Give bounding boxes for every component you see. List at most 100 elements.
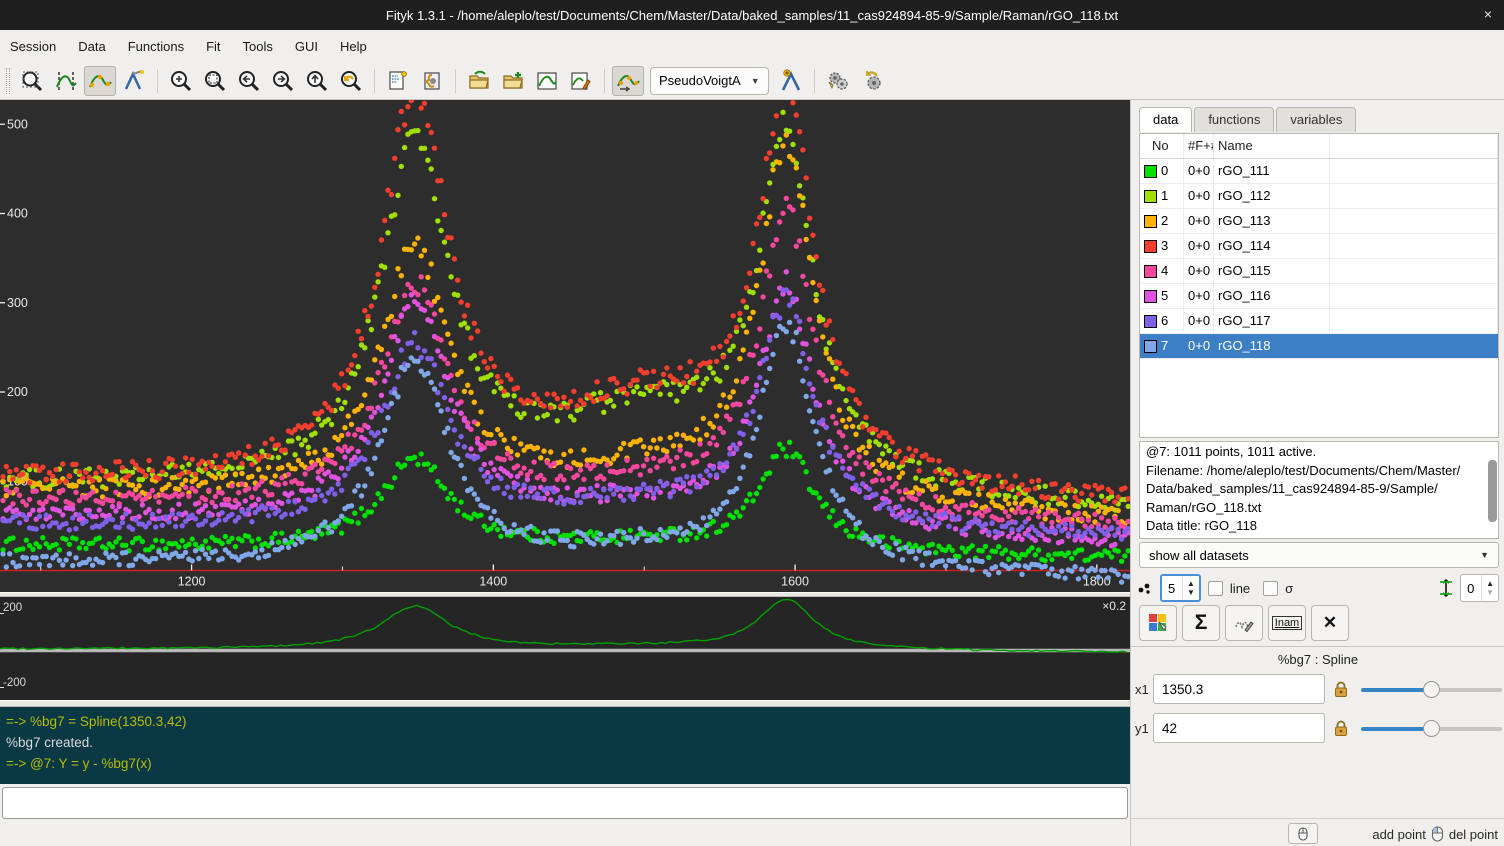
command-input[interactable] [2,787,1128,819]
dataset-color-swatch[interactable] [1144,190,1157,203]
param-y1-input[interactable] [1153,713,1325,743]
edit-data-icon[interactable] [531,66,563,96]
svg-text:400: 400 [7,207,28,221]
main-plot[interactable]: 1200140016001800100200300400500 [0,100,1130,592]
svg-text:×0.2: ×0.2 [1102,599,1126,613]
lock-icon[interactable] [1333,719,1349,737]
dataset-ff: 0+0 [1184,284,1214,308]
dataset-color-swatch[interactable] [1144,340,1157,353]
data-export-icon[interactable] [565,66,597,96]
dataset-color-swatch[interactable] [1144,215,1157,228]
tab-data[interactable]: data [1139,107,1192,132]
edit-functions-icon[interactable] [1225,605,1263,641]
zoom-all-icon[interactable] [165,66,197,96]
zoom-right-icon[interactable] [267,66,299,96]
dataset-color-swatch[interactable] [1144,315,1157,328]
sigma-checkbox[interactable] [1263,581,1278,596]
console-output: =-> %bg7 = Spline(1350.3,42)%bg7 created… [0,707,1130,784]
table-row[interactable]: 20+0rGO_113 [1140,209,1498,234]
table-row[interactable]: 40+0rGO_115 [1140,259,1498,284]
dataset-color-swatch[interactable] [1144,290,1157,303]
dataset-name: rGO_117 [1214,309,1330,333]
line-checkbox[interactable] [1208,581,1223,596]
menu-functions[interactable]: Functions [128,39,184,54]
table-row[interactable]: 00+0rGO_111 [1140,159,1498,184]
menu-tools[interactable]: Tools [243,39,273,54]
zoom-select-mode-icon[interactable] [16,66,48,96]
col-header-no[interactable]: No [1140,134,1184,158]
table-row[interactable]: 50+0rGO_116 [1140,284,1498,309]
panel-divider [1131,646,1504,647]
svg-text:300: 300 [7,296,28,310]
menu-help[interactable]: Help [340,39,367,54]
param-y1-slider[interactable] [1361,719,1502,737]
close-icon[interactable]: × [1484,6,1492,22]
dataset-no: 7 [1140,334,1184,358]
strip-background-icon[interactable] [612,66,644,96]
param-x1-slider[interactable] [1361,680,1502,698]
aux-splitter[interactable] [0,700,1130,707]
baseline-mode-icon[interactable] [84,66,116,96]
dataset-ff: 0+0 [1184,159,1214,183]
data-range-mode-icon[interactable] [50,66,82,96]
menu-session[interactable]: Session [10,39,56,54]
point-size-spinner[interactable]: 5 ▲▼ [1160,574,1201,602]
dataset-color-swatch[interactable] [1144,265,1157,278]
dataset-color-swatch[interactable] [1144,240,1157,253]
function-type-dropdown[interactable]: PseudoVoigtA ▼ [650,67,769,95]
slider-thumb[interactable] [1423,681,1440,698]
menu-gui[interactable]: GUI [295,39,318,54]
dataset-no: 0 [1140,159,1184,183]
add-function-icon[interactable] [775,66,807,96]
svg-text:1400: 1400 [479,575,507,589]
fit-run-icon[interactable] [822,66,854,96]
script-log-icon[interactable] [382,66,414,96]
dataset-colors-icon[interactable] [1139,605,1177,641]
aux-plot[interactable]: 200-200×0.2 [0,597,1130,700]
slider-thumb[interactable] [1423,720,1440,737]
tab-variables[interactable]: variables [1276,107,1356,132]
toolbar-grip[interactable] [6,68,10,94]
svg-text:200: 200 [7,385,28,399]
col-header-name[interactable]: Name [1214,134,1330,158]
zoom-left-icon[interactable] [233,66,265,96]
param-x1-input[interactable] [1153,674,1325,704]
sum-datasets-icon[interactable]: Σ [1182,605,1220,641]
table-row[interactable]: 30+0rGO_114 [1140,234,1498,259]
param-label: x1 [1135,682,1153,697]
table-row[interactable]: 70+0rGO_118 [1140,334,1498,359]
col-header-ff[interactable]: #F+# [1184,134,1214,158]
lock-icon[interactable] [1333,680,1349,698]
tab-functions[interactable]: functions [1194,107,1274,132]
delete-dataset-icon[interactable]: ✕ [1311,605,1349,641]
open-data-icon[interactable] [463,66,495,96]
execute-script-icon[interactable] [416,66,448,96]
mouse-icon [1296,827,1310,841]
title-bar: Fityk 1.3.1 - /home/aleplo/test/Document… [0,0,1504,30]
shift-spinner[interactable]: 0 ▲▼ [1460,574,1499,602]
chevron-down-icon: ▼ [751,76,760,86]
menu-fit[interactable]: Fit [206,39,220,54]
fit-continue-icon[interactable] [856,66,888,96]
fityk-window: Fityk 1.3.1 - /home/aleplo/test/Document… [0,0,1504,846]
zoom-previous-icon[interactable] [199,66,231,96]
toolbar: PseudoVoigtA ▼ [0,62,1504,100]
show-datasets-dropdown[interactable]: show all datasets ▼ [1139,542,1499,568]
right-click-hint: del point [1449,827,1498,842]
table-row[interactable]: 10+0rGO_112 [1140,184,1498,209]
table-row[interactable]: 60+0rGO_117 [1140,309,1498,334]
menu-data[interactable]: Data [78,39,105,54]
dataset-color-swatch[interactable] [1144,165,1157,178]
rename-dataset-icon[interactable]: Inam [1268,605,1306,641]
info-scrollbar[interactable] [1488,460,1497,522]
zoom-undo-icon[interactable] [335,66,367,96]
svg-text:1600: 1600 [781,575,809,589]
append-data-icon[interactable] [497,66,529,96]
dataset-buttons-row: Σ Inam ✕ [1139,605,1349,641]
param-row-y1: y1 [1135,712,1503,744]
zoom-vertical-icon[interactable] [301,66,333,96]
mouse-hints-button[interactable] [1288,823,1318,844]
shift-value: 0 [1461,581,1481,596]
point-size-icon [1137,580,1153,596]
add-peak-mode-icon[interactable] [118,66,150,96]
